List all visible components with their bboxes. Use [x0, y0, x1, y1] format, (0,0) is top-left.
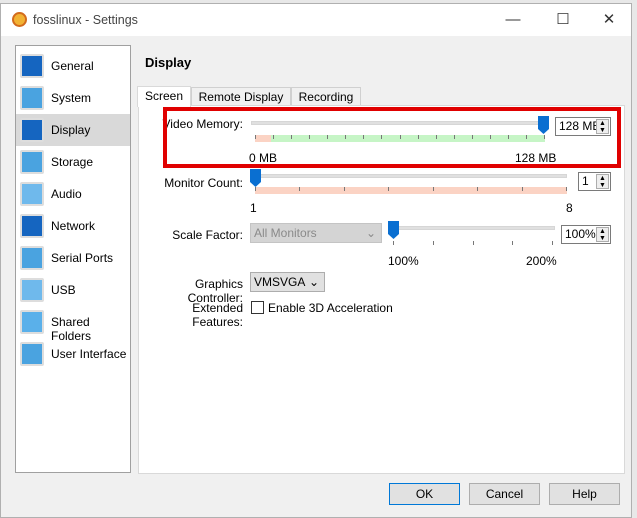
tick-mark	[344, 187, 345, 191]
monitor-count-slider[interactable]	[255, 174, 567, 178]
scale-factor-spinbox[interactable]: 100% ▲ ▼	[561, 225, 611, 244]
scale-factor-slider[interactable]	[389, 226, 555, 230]
enable-3d-label[interactable]: Enable 3D Acceleration	[268, 301, 393, 315]
tick-mark	[433, 241, 434, 245]
monitor-count-label: Monitor Count:	[164, 176, 243, 190]
scale-factor-max-label: 200%	[526, 254, 557, 268]
tab-recording[interactable]: Recording	[291, 87, 361, 106]
cancel-button[interactable]: Cancel	[469, 483, 540, 505]
monitor-count-spinbox[interactable]: 1 ▲ ▼	[578, 172, 611, 191]
tick-mark	[512, 241, 513, 245]
user-interface-icon	[20, 342, 44, 366]
serial-ports-icon	[20, 246, 44, 270]
shared-folders-icon	[20, 310, 44, 334]
monitor-count-max-label: 8	[566, 201, 573, 215]
storage-icon	[20, 150, 44, 174]
sidebar-item-label: USB	[51, 283, 76, 297]
scale-factor-ticks	[393, 241, 553, 245]
tick-mark	[522, 187, 523, 191]
sidebar-item-label: Network	[51, 219, 96, 233]
close-button[interactable]: ✕	[589, 8, 629, 32]
sidebar-item-user-interface[interactable]: User Interface	[16, 338, 130, 370]
tick-mark	[566, 187, 567, 191]
sidebar-item-display[interactable]: Display	[16, 114, 130, 146]
tick-mark	[255, 187, 256, 191]
scale-factor-min-label: 100%	[388, 254, 419, 268]
scale-monitor-select-value: All Monitors	[254, 226, 317, 240]
spin-arrows-icon[interactable]: ▲ ▼	[596, 174, 609, 189]
chevron-down-icon: ⌄	[365, 226, 376, 240]
tick-mark	[473, 241, 474, 245]
monitor-count-min-label: 1	[250, 201, 257, 215]
chevron-down-icon: ⌄	[308, 275, 319, 289]
app-icon	[12, 12, 27, 27]
sidebar-item-storage[interactable]: Storage	[16, 146, 130, 178]
maximize-button[interactable]: ☐	[543, 8, 583, 32]
sidebar-item-label: Storage	[51, 155, 94, 169]
sidebar-item-audio[interactable]: Audio	[16, 178, 130, 210]
audio-icon	[20, 182, 44, 206]
tab-remote-display[interactable]: Remote Display	[191, 87, 291, 106]
spin-arrows-icon[interactable]: ▲ ▼	[596, 227, 609, 242]
monitor-count-value: 1	[582, 174, 589, 188]
tick-mark	[388, 187, 389, 191]
tick-mark	[477, 187, 478, 191]
sidebar-item-label: Display	[51, 123, 91, 137]
sidebar-item-shared-folders[interactable]: Shared Folders	[16, 306, 130, 343]
sidebar-item-serial-ports[interactable]: Serial Ports	[16, 242, 130, 274]
sidebar-item-label: Serial Ports	[51, 251, 114, 265]
sidebar-item-label: General	[51, 59, 94, 73]
title-bar: fosslinux - Settings — ☐ ✕	[1, 4, 631, 36]
display-icon	[20, 118, 44, 142]
tick-mark	[299, 187, 300, 191]
network-icon	[20, 214, 44, 238]
graphics-controller-value: VMSVGA	[254, 275, 306, 289]
monitor-count-ticks	[255, 187, 567, 191]
extended-features-label: Extended Features:	[192, 301, 243, 329]
scale-factor-label: Scale Factor:	[172, 228, 243, 242]
sidebar: General System Display Storage Audio Network S…	[15, 45, 131, 473]
sidebar-item-general[interactable]: General	[16, 50, 130, 82]
tick-mark	[552, 241, 553, 245]
graphics-controller-select[interactable]: VMSVGA ⌄	[250, 272, 325, 292]
settings-window: fosslinux - Settings — ☐ ✕ General System…	[0, 3, 632, 518]
tick-mark	[393, 241, 394, 245]
scale-factor-value: 100%	[565, 227, 596, 241]
sidebar-item-usb[interactable]: USB	[16, 274, 130, 306]
sidebar-item-label: System	[51, 91, 92, 105]
enable-3d-checkbox[interactable]	[251, 301, 264, 314]
sidebar-item-network[interactable]: Network	[16, 210, 130, 242]
general-icon	[20, 54, 44, 78]
minimize-button[interactable]: —	[493, 8, 533, 32]
window-title: fosslinux - Settings	[33, 13, 138, 27]
highlight-box	[163, 107, 621, 168]
scale-monitor-select: All Monitors ⌄	[250, 223, 382, 243]
help-button[interactable]: Help	[549, 483, 620, 505]
ok-button[interactable]: OK	[389, 483, 460, 505]
usb-icon	[20, 278, 44, 302]
tab-screen[interactable]: Screen	[137, 86, 191, 107]
tick-mark	[433, 187, 434, 191]
sidebar-item-label: User Interface	[51, 347, 127, 361]
sidebar-item-label: Audio	[51, 187, 82, 201]
system-icon	[20, 86, 44, 110]
page-title: Display	[145, 55, 192, 70]
sidebar-item-system[interactable]: System	[16, 82, 130, 114]
